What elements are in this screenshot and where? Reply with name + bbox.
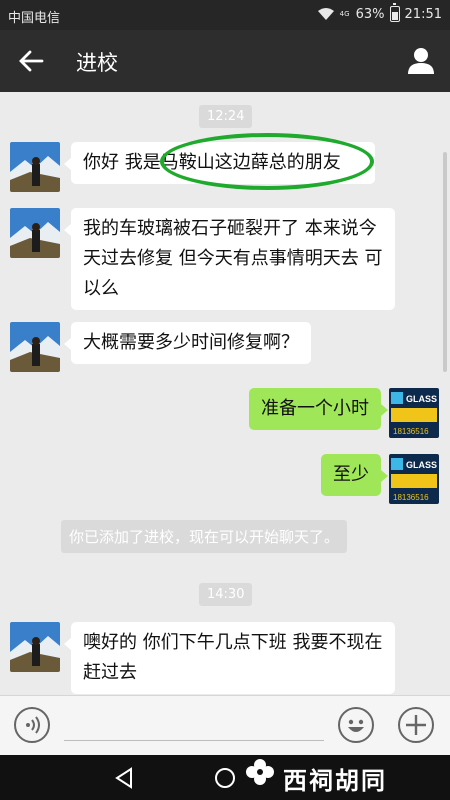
message-bubble-sent[interactable]: 至少 [321, 454, 388, 496]
clock: 21:51 [404, 6, 442, 22]
avatar-brand: GLASS [406, 394, 437, 404]
emoji-icon[interactable] [338, 707, 374, 743]
input-underline [64, 740, 324, 741]
battery-percent: 63% [355, 6, 385, 22]
sender-avatar[interactable] [10, 142, 60, 192]
message-bubble-sent[interactable]: 准备一个小时 [249, 388, 388, 430]
avatar-phone: 18136516 [393, 493, 429, 502]
status-bar: 中国电信 4G 63% 21:51 [0, 0, 450, 30]
highlight-circle [160, 133, 374, 190]
own-avatar[interactable]: GLASS 18136516 [389, 454, 439, 504]
back-arrow-icon[interactable] [18, 48, 44, 74]
watermark-logo [243, 756, 277, 790]
message-bubble[interactable]: 我的车玻璃被石子砸裂开了 本来说今天过去修复 但今天有点事情明天去 可以么 [64, 208, 395, 310]
nav-back-icon[interactable] [113, 767, 135, 793]
avatar-brand: GLASS [406, 460, 437, 470]
sender-avatar[interactable] [10, 622, 60, 672]
chat-title: 进校 [76, 51, 118, 75]
own-avatar[interactable]: GLASS 18136516 [389, 388, 439, 438]
input-bar [0, 695, 450, 755]
watermark-text: 西祠胡同 [283, 767, 387, 795]
scrollbar[interactable] [443, 152, 447, 372]
signal-icon: 4G [339, 9, 350, 18]
message-bubble[interactable]: 噢好的 你们下午几点下班 我要不现在赶过去 [64, 622, 395, 694]
sender-avatar[interactable] [10, 322, 60, 372]
voice-icon[interactable] [14, 707, 50, 743]
nav-home-icon[interactable] [214, 767, 236, 793]
timestamp: 12:24 [199, 105, 253, 128]
message-bubble[interactable]: 大概需要多少时间修复啊？ [64, 322, 311, 364]
system-message: 你已添加了进校，现在可以开始聊天了。 [61, 520, 348, 553]
battery-icon [389, 3, 400, 22]
wifi-icon [317, 8, 334, 20]
timestamp: 14:30 [199, 583, 253, 606]
avatar-phone: 18136516 [393, 427, 429, 436]
system-nav-bar: 西祠胡同 [0, 755, 450, 800]
sender-avatar[interactable] [10, 208, 60, 258]
chat-header: 进校 [0, 30, 450, 92]
message-input[interactable] [64, 708, 324, 740]
plus-icon[interactable] [398, 707, 434, 743]
carrier-label: 中国电信 [8, 11, 61, 26]
contact-icon[interactable] [406, 45, 436, 75]
chat-area[interactable]: 12:24 你好 我是马鞍山这边薛总的朋友 我的车玻璃被石子砸裂开了 本来说今天… [0, 92, 450, 695]
